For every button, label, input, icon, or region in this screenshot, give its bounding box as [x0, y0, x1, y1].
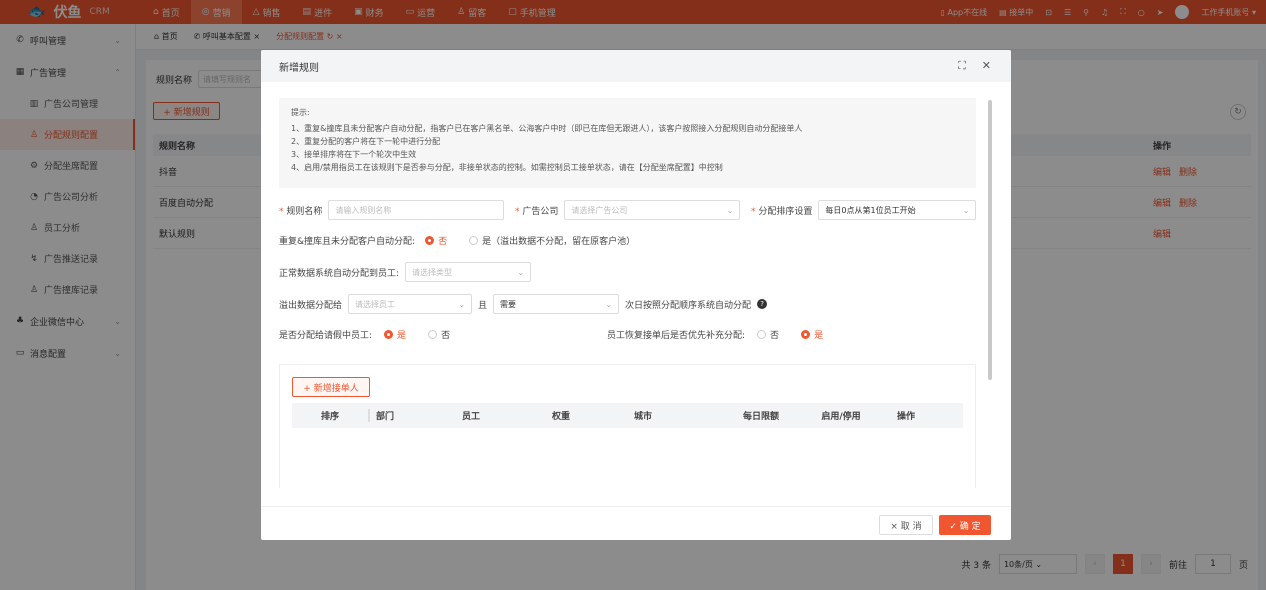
chevron-down-icon: ⌄: [605, 299, 613, 309]
normal-field: 正常数据系统自动分配到员工: 请选择类型 ⌄: [279, 262, 532, 282]
chevron-down-icon: ⌄: [458, 299, 466, 309]
help-icon[interactable]: ?: [757, 299, 768, 309]
dup-no-radio[interactable]: 否: [425, 234, 447, 247]
tip-box: 提示: 1、重复&撞库且未分配客户自动分配，指客户已在客户黑名单、公海客户中时（…: [279, 98, 976, 188]
add-rule-dialog: 新增规则 ⛶ ✕ 提示: 1、重复&撞库且未分配客户自动分配，指客户已在客户黑名单…: [261, 50, 1011, 540]
taker-panel: + 新增接单人 排序 部门 员工 权重 城市 每日限额 启用/停用 操作: [279, 364, 976, 488]
confirm-button[interactable]: ✓ 确 定: [939, 515, 991, 535]
sort-select[interactable]: 每日0点从第1位员工开始 ⌄: [818, 200, 976, 220]
resume-no-radio[interactable]: 否: [757, 328, 779, 341]
dialog-body: 提示: 1、重复&撞库且未分配客户自动分配，指客户已在客户黑名单、公海客户中时（…: [279, 98, 976, 488]
leave-yes-radio[interactable]: 是: [384, 328, 406, 341]
ad-company-select[interactable]: 请选择广告公司 ⌄: [564, 200, 741, 220]
ad-company-field: * 广告公司 请选择广告公司 ⌄: [515, 200, 741, 220]
dialog-footer: × 取 消 ✓ 确 定: [261, 506, 1011, 540]
dialog-title: 新增规则: [279, 62, 319, 74]
resume-field: 员工恢复接单后是否优先补充分配: 否 是: [607, 328, 823, 341]
dialog-header: 新增规则 ⛶ ✕: [261, 50, 1011, 82]
chevron-down-icon: ⌄: [726, 205, 734, 215]
chevron-down-icon: ⌄: [517, 267, 525, 277]
cancel-button[interactable]: × 取 消: [879, 515, 933, 535]
taker-table-header: 排序 部门 员工 权重 城市 每日限额 启用/停用 操作: [292, 403, 963, 428]
need-select[interactable]: 需要 ⌄: [493, 294, 620, 314]
type-select[interactable]: 请选择类型 ⌄: [405, 262, 532, 282]
add-taker-button[interactable]: + 新增接单人: [292, 377, 370, 397]
dup-yes-radio[interactable]: 是（溢出数据不分配，留在原客户池）: [469, 234, 635, 247]
sort-field: * 分配排序设置 每日0点从第1位员工开始 ⌄: [751, 200, 976, 220]
dup-field: 重复&撞库且未分配客户自动分配: 否 是（溢出数据不分配，留在原客户池）: [279, 234, 635, 247]
maximize-icon[interactable]: ⛶: [958, 59, 966, 73]
rule-name-input[interactable]: 请输入规则名称: [328, 200, 505, 220]
resume-yes-radio[interactable]: 是: [801, 328, 823, 341]
rule-name-field: * 规则名称 请输入规则名称: [279, 200, 505, 220]
leave-field: 是否分配给请假中员工: 是 否: [279, 328, 450, 341]
scrollbar[interactable]: [988, 100, 992, 380]
leave-no-radio[interactable]: 否: [428, 328, 450, 341]
overflow-field: 溢出数据分配给 请选择员工 ⌄ 且 需要 ⌄ 次日按照分配顺序系统自动分配 ?: [279, 294, 768, 314]
staff-select[interactable]: 请选择员工 ⌄: [348, 294, 473, 314]
close-icon[interactable]: ✕: [982, 59, 991, 73]
chevron-down-icon: ⌄: [962, 205, 970, 215]
